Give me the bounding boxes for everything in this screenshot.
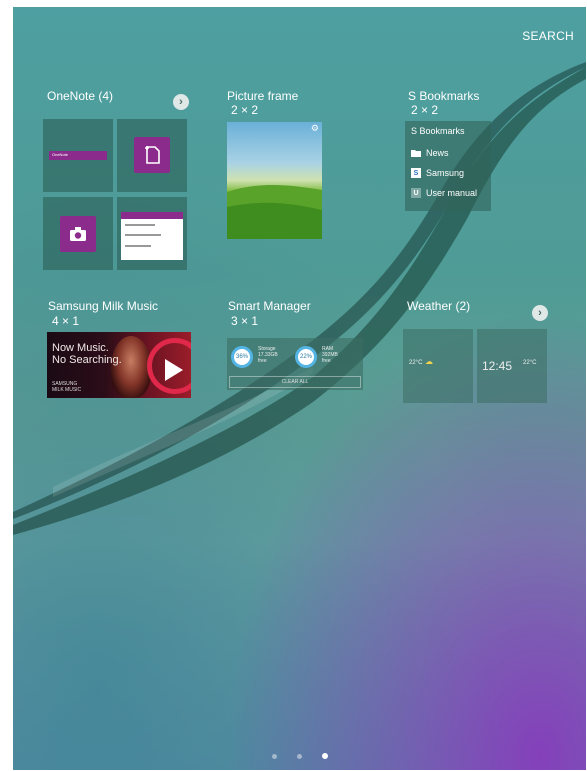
ram-ring: 22% — [295, 346, 317, 368]
weather-clock: 12:45 — [482, 359, 513, 373]
bookmark-item-news[interactable]: News — [411, 148, 449, 158]
sun-cloud-icon: ☁ — [425, 357, 433, 366]
page-dot[interactable] — [271, 753, 277, 759]
weather-widget-label: Weather (2) — [407, 299, 471, 313]
milk-music-widget-size: 4 × 1 — [52, 314, 80, 328]
milk-music-tagline: Now Music. No Searching. — [52, 342, 122, 366]
onenote-widget-tile-2[interactable] — [117, 119, 187, 192]
weather-widget-tile-2[interactable]: 12:45 22°C — [477, 329, 547, 403]
onenote-widget-label: OneNote (4) — [47, 89, 114, 103]
milk-music-logo: SAMSUNG MILK MUSIC — [52, 381, 82, 393]
onenote-mini-bar: OneNote — [49, 151, 107, 160]
onenote-widget-tile-1[interactable]: OneNote — [43, 119, 113, 192]
home-screen-editor: SEARCH OneNote (4) › OneNote Picture fra… — [13, 7, 586, 770]
bookmark-label: News — [426, 148, 449, 158]
smart-manager-widget-label: Smart Manager — [228, 299, 311, 313]
onenote-notes-list — [121, 212, 183, 260]
picture-frame-widget[interactable]: ⚙ — [227, 122, 322, 239]
s-bookmarks-widget[interactable]: S Bookmarks News S Samsung U User manual — [405, 121, 491, 211]
folder-icon — [411, 148, 421, 158]
smart-manager-widget-size: 3 × 1 — [231, 314, 259, 328]
page-dot[interactable] — [296, 753, 302, 759]
weather-temp: 22°C — [409, 360, 423, 366]
s-bookmarks-title: S Bookmarks — [411, 126, 465, 136]
camera-icon — [60, 216, 96, 252]
clear-all-button[interactable]: CLEAR ALL — [229, 376, 361, 388]
bookmark-label: Samsung — [426, 168, 465, 178]
weather-widget-tile-1[interactable]: 22°C ☁ — [403, 329, 473, 403]
storage-ring: 36% — [231, 346, 253, 368]
milk-music-widget[interactable]: Now Music. No Searching. SAMSUNG MILK MU… — [47, 332, 191, 398]
smart-manager-widget[interactable]: 36% Storage 17.33GB free 22% RAM 392MB f… — [227, 338, 363, 390]
gear-icon[interactable]: ⚙ — [311, 123, 319, 134]
onenote-mini-title: OneNote — [52, 152, 69, 157]
bookmark-item-samsung[interactable]: S Samsung — [411, 168, 464, 178]
page-indicator — [13, 753, 586, 759]
milk-music-widget-label: Samsung Milk Music — [48, 299, 159, 313]
picture-frame-widget-size: 2 × 2 — [231, 103, 259, 117]
weather-expand-arrow-icon[interactable]: › — [532, 305, 548, 321]
onenote-widget-tile-4[interactable] — [117, 197, 187, 270]
onenote-widget-tile-3[interactable] — [43, 197, 113, 270]
ram-info: RAM 392MB free — [322, 346, 338, 364]
play-icon[interactable] — [165, 359, 183, 381]
new-note-icon — [134, 137, 170, 173]
manual-icon: U — [411, 188, 421, 198]
page-dot-active[interactable] — [321, 753, 328, 759]
picture-frame-widget-label: Picture frame — [227, 89, 299, 103]
weather-temp: 22°C — [523, 360, 537, 366]
bookmark-item-user-manual[interactable]: U User manual — [411, 188, 477, 198]
s-bookmarks-widget-size: 2 × 2 — [411, 103, 439, 117]
onenote-expand-arrow-icon[interactable]: › — [173, 94, 189, 110]
s-bookmarks-widget-label: S Bookmarks — [408, 89, 480, 103]
storage-info: Storage 17.33GB free — [258, 346, 278, 364]
search-button[interactable]: SEARCH — [522, 29, 574, 43]
samsung-s-icon: S — [411, 168, 421, 178]
bookmark-label: User manual — [426, 188, 478, 198]
